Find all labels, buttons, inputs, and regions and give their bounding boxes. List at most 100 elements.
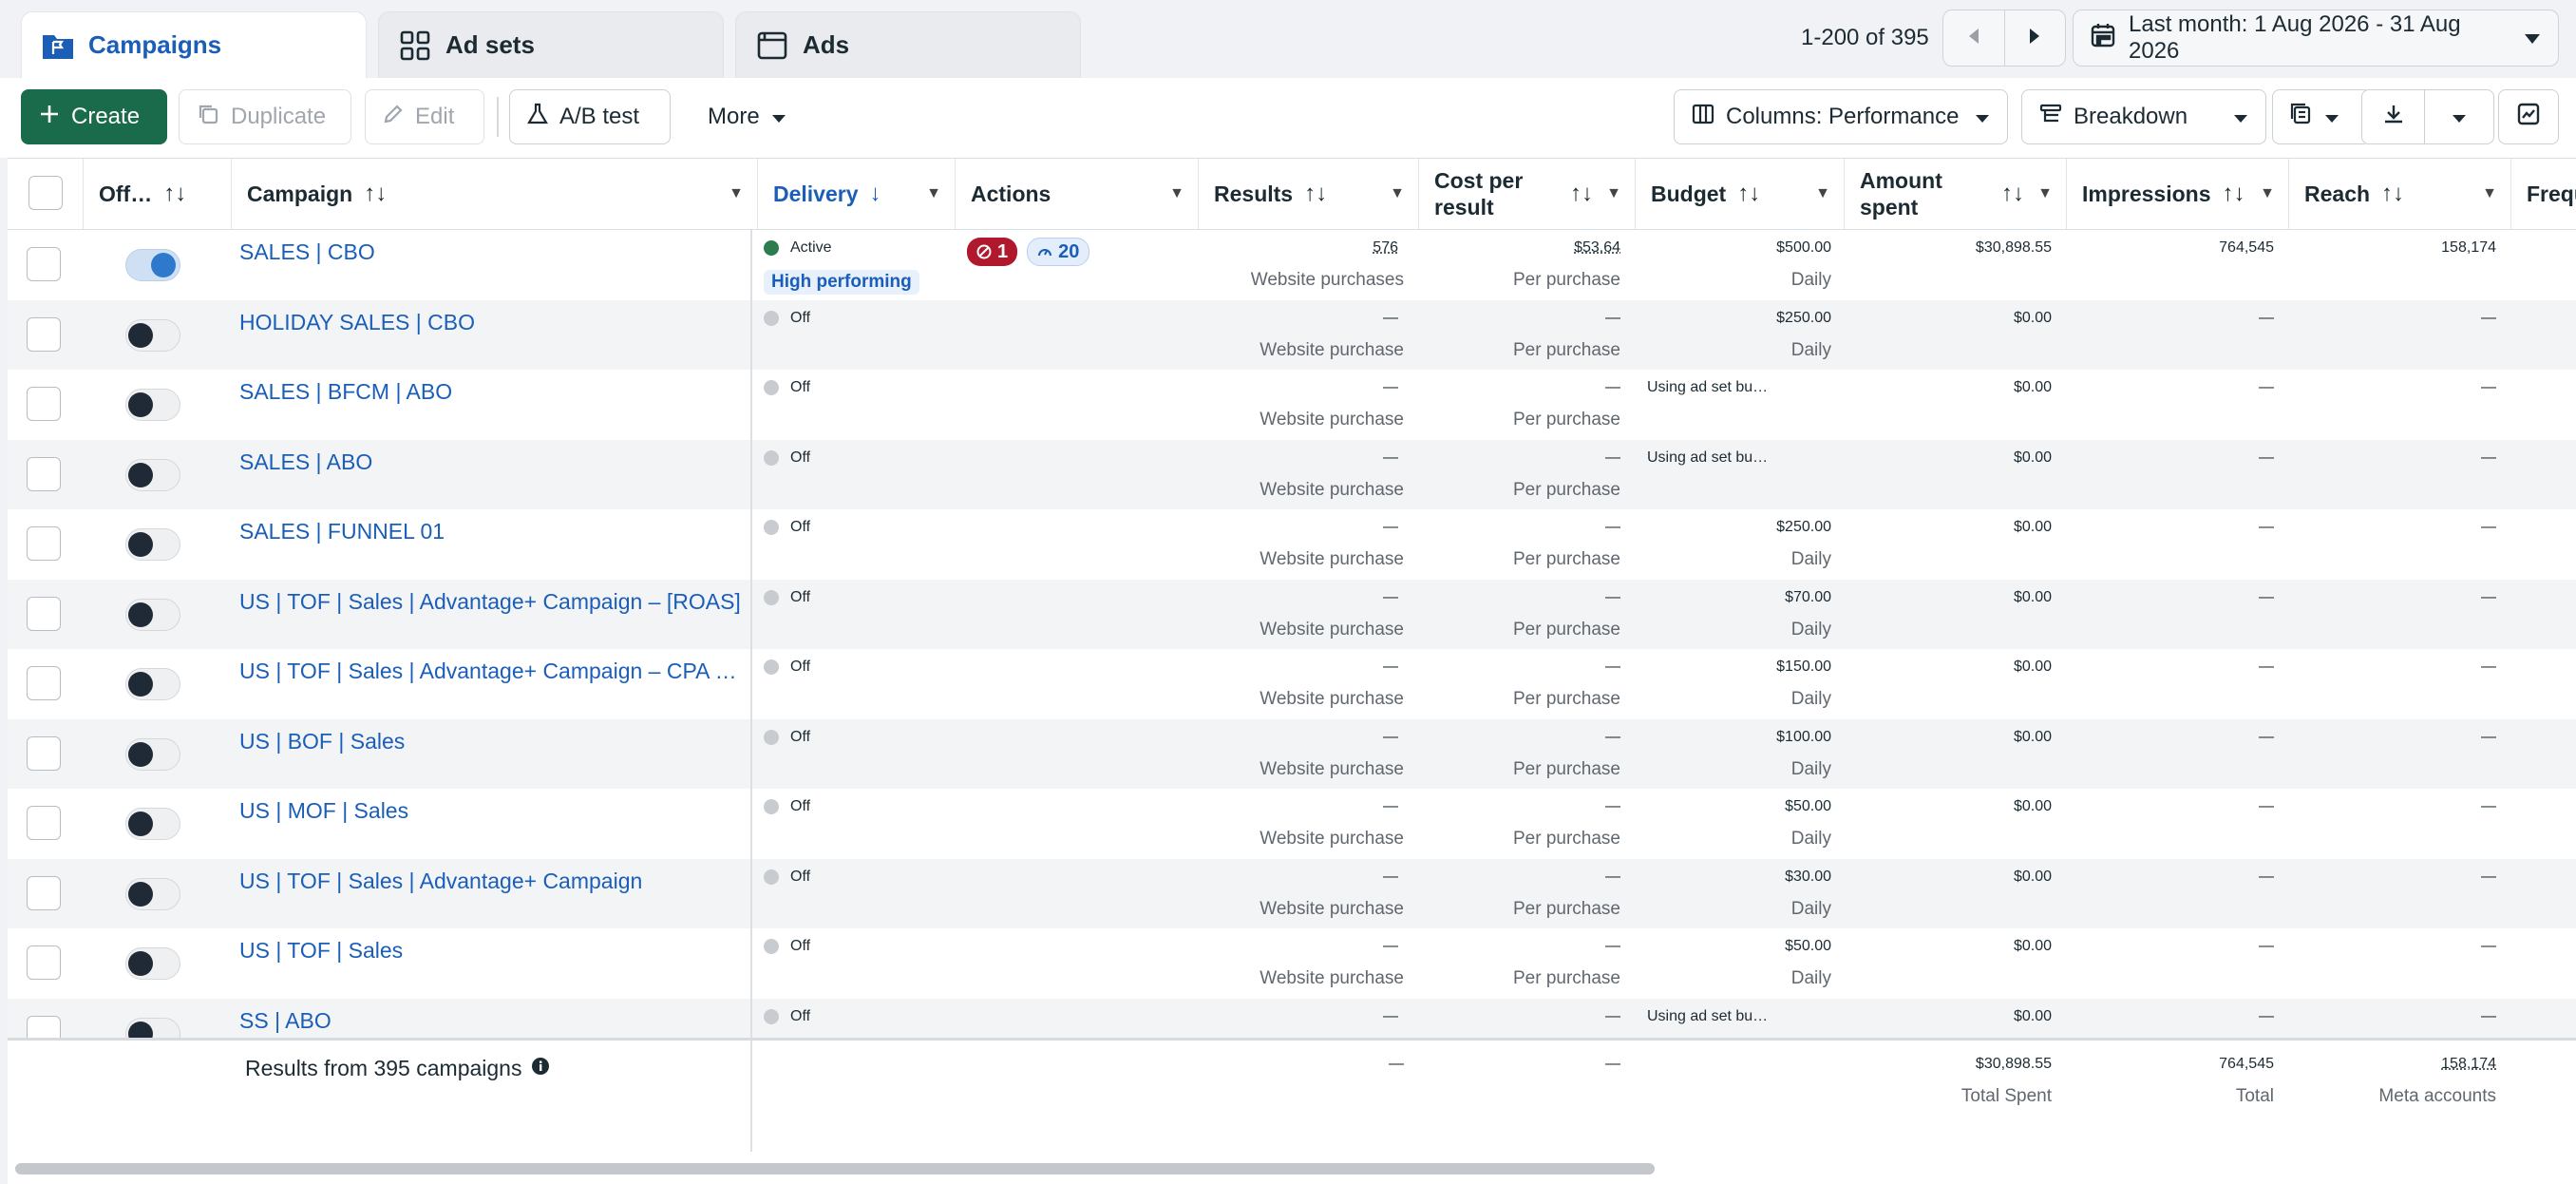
campaign-name-link[interactable]: SALES | CBO	[239, 239, 743, 265]
campaign-toggle[interactable]	[125, 668, 180, 700]
table-row[interactable]: US | TOF | Sales | Advantage+ Campaign Of…	[8, 858, 2576, 928]
campaign-name-link[interactable]: SALES | BFCM | ABO	[239, 379, 743, 405]
summary-reach[interactable]: 158,174	[2289, 1056, 2496, 1073]
tab-ad-sets[interactable]: Ad sets	[378, 11, 724, 78]
columns-button[interactable]: Columns: Performance	[1674, 89, 2008, 144]
row-checkbox[interactable]	[27, 945, 61, 980]
campaign-toggle[interactable]	[125, 737, 180, 771]
tab-campaigns[interactable]: Campaigns	[21, 11, 367, 78]
row-checkbox[interactable]	[27, 456, 61, 491]
caret-down-icon: ▼	[926, 185, 941, 201]
row-checkbox[interactable]	[27, 806, 61, 840]
previous-page-button[interactable]	[1943, 10, 2004, 66]
sort-icon: ↑↓	[1304, 181, 1328, 206]
ab-test-button[interactable]: A/B test	[509, 89, 671, 144]
results-value[interactable]: 576	[1199, 239, 1398, 257]
table-row[interactable]: US | TOF | Sales | Advantage+ Campaign –…	[8, 579, 2576, 649]
ab-test-label: A/B test	[559, 104, 640, 129]
row-checkbox[interactable]	[27, 387, 61, 421]
chevron-down-icon	[771, 104, 786, 130]
cost-per-result-value: —	[1605, 519, 1620, 535]
date-range-label: Last month: 1 Aug 2026 - 31 Aug 2026	[2129, 11, 2461, 64]
table-row[interactable]: SALES | FUNNEL 01 Off — Website purchase — Pe…	[8, 509, 2576, 580]
campaign-name-link[interactable]: SS | ABO	[239, 1008, 743, 1034]
table-row[interactable]: US | TOF | Sales Off — Website purchase — Per…	[8, 928, 2576, 999]
row-checkbox[interactable]	[27, 596, 61, 631]
export-button[interactable]	[2362, 90, 2425, 143]
delivery-label: Off	[790, 379, 811, 395]
row-checkbox[interactable]	[27, 735, 61, 771]
header-reach[interactable]: Reach ↑↓ ▼	[2289, 159, 2511, 229]
table-row[interactable]: HOLIDAY SALES | CBO Off — Website purchase —…	[8, 299, 2576, 370]
campaign-toggle[interactable]	[125, 598, 180, 631]
header-campaign[interactable]: Campaign ↑↓ ▼	[232, 159, 758, 229]
campaign-name-link[interactable]: US | TOF | Sales | Advantage+ Campaign	[239, 869, 743, 894]
table-row[interactable]: US | MOF | Sales Off — Website purchase — Per…	[8, 789, 2576, 859]
campaign-name-link[interactable]: US | TOF | Sales | Advantage+ Campaign –…	[239, 659, 743, 684]
table-row[interactable]: SALES | CBO Active High performing 1 20 576 We…	[8, 230, 2576, 300]
header-actions[interactable]: Actions ▼	[956, 159, 1199, 229]
campaign-name-link[interactable]: SALES | FUNNEL 01	[239, 519, 743, 544]
campaign-toggle[interactable]	[125, 528, 180, 561]
issues-badge[interactable]: 1	[967, 238, 1018, 266]
next-page-button[interactable]	[2003, 10, 2065, 66]
table-row[interactable]: US | TOF | Sales | Advantage+ Campaign –…	[8, 649, 2576, 719]
campaign-toggle[interactable]	[125, 249, 180, 281]
breakdown-button[interactable]: Breakdown	[2021, 89, 2266, 144]
campaign-name-link[interactable]: US | TOF | Sales	[239, 938, 743, 964]
campaign-toggle[interactable]	[125, 808, 180, 840]
reports-button[interactable]	[2272, 89, 2371, 144]
row-checkbox[interactable]	[27, 316, 61, 352]
opportunities-badge[interactable]: 20	[1027, 238, 1090, 266]
header-cost-per-result[interactable]: Cost per result ↑↓ ▼	[1419, 159, 1636, 229]
campaign-toggle[interactable]	[125, 389, 180, 421]
header-frequency[interactable]: Frequ	[2511, 159, 2576, 229]
campaign-name-link[interactable]: US | BOF | Sales	[239, 729, 743, 754]
header-actions-label: Actions	[971, 181, 1051, 206]
tab-ads[interactable]: Ads	[735, 11, 1081, 78]
campaign-name-link[interactable]: HOLIDAY SALES | CBO	[239, 310, 743, 335]
header-results[interactable]: Results ↑↓ ▼	[1199, 159, 1419, 229]
high-performing-badge[interactable]: High performing	[764, 270, 919, 295]
folder-flag-icon	[41, 29, 75, 62]
cost-per-result-value[interactable]: $53.64	[1419, 239, 1620, 257]
duplicate-icon	[197, 103, 219, 132]
delivery-label: Active	[790, 239, 832, 256]
header-impressions[interactable]: Impressions ↑↓ ▼	[2067, 159, 2289, 229]
header-budget[interactable]: Budget ↑↓ ▼	[1636, 159, 1845, 229]
toggle-knob	[128, 532, 153, 557]
charts-button[interactable]	[2498, 89, 2559, 144]
header-delivery[interactable]: Delivery ↓ ▼	[758, 159, 956, 229]
date-range-picker[interactable]: Last month: 1 Aug 2026 - 31 Aug 2026	[2073, 10, 2559, 67]
info-icon[interactable]	[531, 1056, 550, 1081]
row-checkbox[interactable]	[27, 666, 61, 700]
campaign-toggle[interactable]	[125, 458, 180, 491]
row-checkbox[interactable]	[27, 875, 61, 910]
campaign-name-link[interactable]: US | MOF | Sales	[239, 798, 743, 824]
campaign-toggle[interactable]	[125, 318, 180, 352]
header-amount-spent[interactable]: Amount spent ↑↓ ▼	[1845, 159, 2067, 229]
duplicate-button[interactable]: Duplicate	[179, 89, 351, 144]
campaign-toggle[interactable]	[125, 947, 180, 980]
edit-button[interactable]: Edit	[365, 89, 484, 144]
row-checkbox[interactable]	[27, 247, 61, 281]
cost-per-result-value: —	[1605, 309, 1620, 326]
create-button[interactable]: Create	[21, 89, 167, 144]
tab-label: Ad sets	[445, 30, 535, 59]
scrollbar-thumb[interactable]	[15, 1163, 1655, 1174]
row-checkbox[interactable]	[27, 526, 61, 561]
header-offon[interactable]: Off… ↑↓	[84, 159, 232, 229]
campaign-toggle[interactable]	[125, 877, 180, 910]
budget-value: $500.00	[1776, 239, 1831, 256]
table-row[interactable]: US | BOF | Sales Off — Website purchase — Per…	[8, 718, 2576, 789]
budget-sub: Daily	[1790, 549, 1831, 569]
horizontal-scrollbar[interactable]	[8, 1152, 2576, 1184]
select-all-checkbox[interactable]	[28, 176, 63, 210]
campaign-name-link[interactable]: SALES | ABO	[239, 449, 743, 475]
caret-down-icon: ▼	[1390, 185, 1405, 201]
more-button[interactable]: More	[690, 89, 807, 144]
export-menu-button[interactable]	[2425, 90, 2493, 143]
table-row[interactable]: SALES | ABO Off — Website purchase — Per purc…	[8, 439, 2576, 509]
table-row[interactable]: SALES | BFCM | ABO Off — Website purchase — P…	[8, 370, 2576, 440]
campaign-name-link[interactable]: US | TOF | Sales | Advantage+ Campaign –…	[239, 589, 743, 615]
